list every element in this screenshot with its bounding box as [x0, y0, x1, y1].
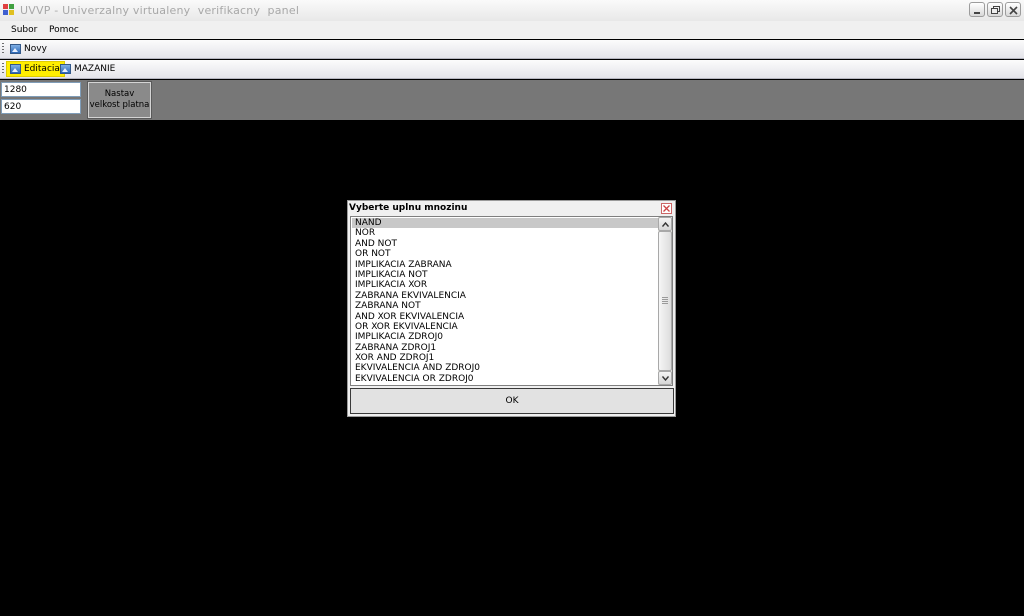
window-title: UVVP - Univerzalny virtualeny verifikacn…: [20, 4, 300, 17]
scroll-up-button[interactable]: [658, 217, 672, 231]
list-item[interactable]: OR NOT: [352, 249, 658, 259]
operator-list-items: NAND NOR AND NOT OR NOT IMPLIKACIA ZABRANA IM…: [352, 218, 658, 384]
canvas-height-input[interactable]: [1, 99, 81, 114]
list-scrollbar[interactable]: [658, 217, 672, 385]
restore-icon: [991, 6, 1000, 14]
toolbar-grip[interactable]: [2, 63, 4, 75]
list-item[interactable]: IMPLIKACIA NOT: [352, 270, 658, 280]
menu-subor[interactable]: Subor: [11, 25, 37, 35]
picture-icon: [60, 64, 71, 74]
canvas-width-input[interactable]: [1, 82, 81, 97]
operator-set-list[interactable]: NAND NOR AND NOT OR NOT IMPLIKACIA ZABRANA IM…: [350, 216, 673, 386]
mazanie-label: MAZANIE: [74, 64, 116, 74]
close-icon: [663, 205, 670, 212]
minimize-icon: [974, 12, 980, 14]
list-item[interactable]: IMPLIKACIA ZABRANA: [352, 260, 658, 270]
ok-button[interactable]: OK: [350, 388, 674, 414]
thumb-grip: [662, 297, 668, 304]
window-title-bar: UVVP - Univerzalny virtualeny verifikacn…: [0, 0, 1024, 22]
minimize-button[interactable]: [969, 2, 985, 17]
set-button-line1: Nastav: [104, 89, 135, 99]
toolbar-file: Novy: [0, 40, 1024, 59]
chevron-down-icon: [662, 376, 669, 381]
restore-button[interactable]: [987, 2, 1003, 17]
menu-pomoc[interactable]: Pomoc: [49, 25, 79, 35]
picture-icon: [10, 44, 21, 54]
toolbar-grip[interactable]: [2, 43, 4, 55]
list-item[interactable]: AND NOT: [352, 239, 658, 249]
list-item[interactable]: ZABRANA ZDROJ1: [352, 343, 658, 353]
close-icon: [1009, 6, 1018, 15]
editacia-label: Editacia: [24, 64, 60, 74]
set-button-line2: velkost platna: [89, 100, 150, 110]
list-item[interactable]: OR XOR EKVIVALENCIA: [352, 322, 658, 332]
chevron-up-icon: [662, 222, 669, 227]
menu-bar: Subor Pomoc: [0, 21, 1024, 39]
list-item[interactable]: AND XOR EKVIVALENCIA: [352, 312, 658, 322]
dialog-title: Vyberte uplnu mnozinu: [349, 203, 468, 213]
list-item[interactable]: EKVIVALENCIA OR ZDROJ0: [352, 374, 658, 384]
complete-set-dialog: Vyberte uplnu mnozinu NAND NOR AND NOT OR N…: [347, 200, 676, 417]
list-item[interactable]: ZABRANA EKVIVALENCIA: [352, 291, 658, 301]
list-item[interactable]: ZABRANA NOT: [352, 301, 658, 311]
app-icon: [3, 4, 15, 16]
dialog-close-button[interactable]: [661, 203, 672, 214]
novy-button[interactable]: Novy: [7, 41, 51, 57]
toolbar-mode: Editacia MAZANIE: [0, 60, 1024, 79]
set-canvas-size-button[interactable]: Nastav velkost platna: [87, 81, 152, 119]
picture-icon: [10, 64, 21, 74]
close-button[interactable]: [1005, 2, 1021, 17]
list-item[interactable]: IMPLIKACIA XOR: [352, 280, 658, 290]
canvas-size-panel: Nastav velkost platna: [0, 80, 1024, 120]
mazanie-button[interactable]: MAZANIE: [57, 61, 119, 77]
novy-label: Novy: [24, 44, 47, 54]
scroll-thumb[interactable]: [658, 231, 672, 371]
list-item[interactable]: NAND: [352, 218, 658, 229]
list-item[interactable]: EKVIVALENCIA AND ZDROJ0: [352, 363, 658, 373]
scroll-down-button[interactable]: [658, 371, 672, 385]
list-item[interactable]: NOR: [352, 228, 658, 238]
list-item[interactable]: IMPLIKACIA ZDROJ0: [352, 332, 658, 342]
list-item[interactable]: XOR AND ZDROJ1: [352, 353, 658, 363]
